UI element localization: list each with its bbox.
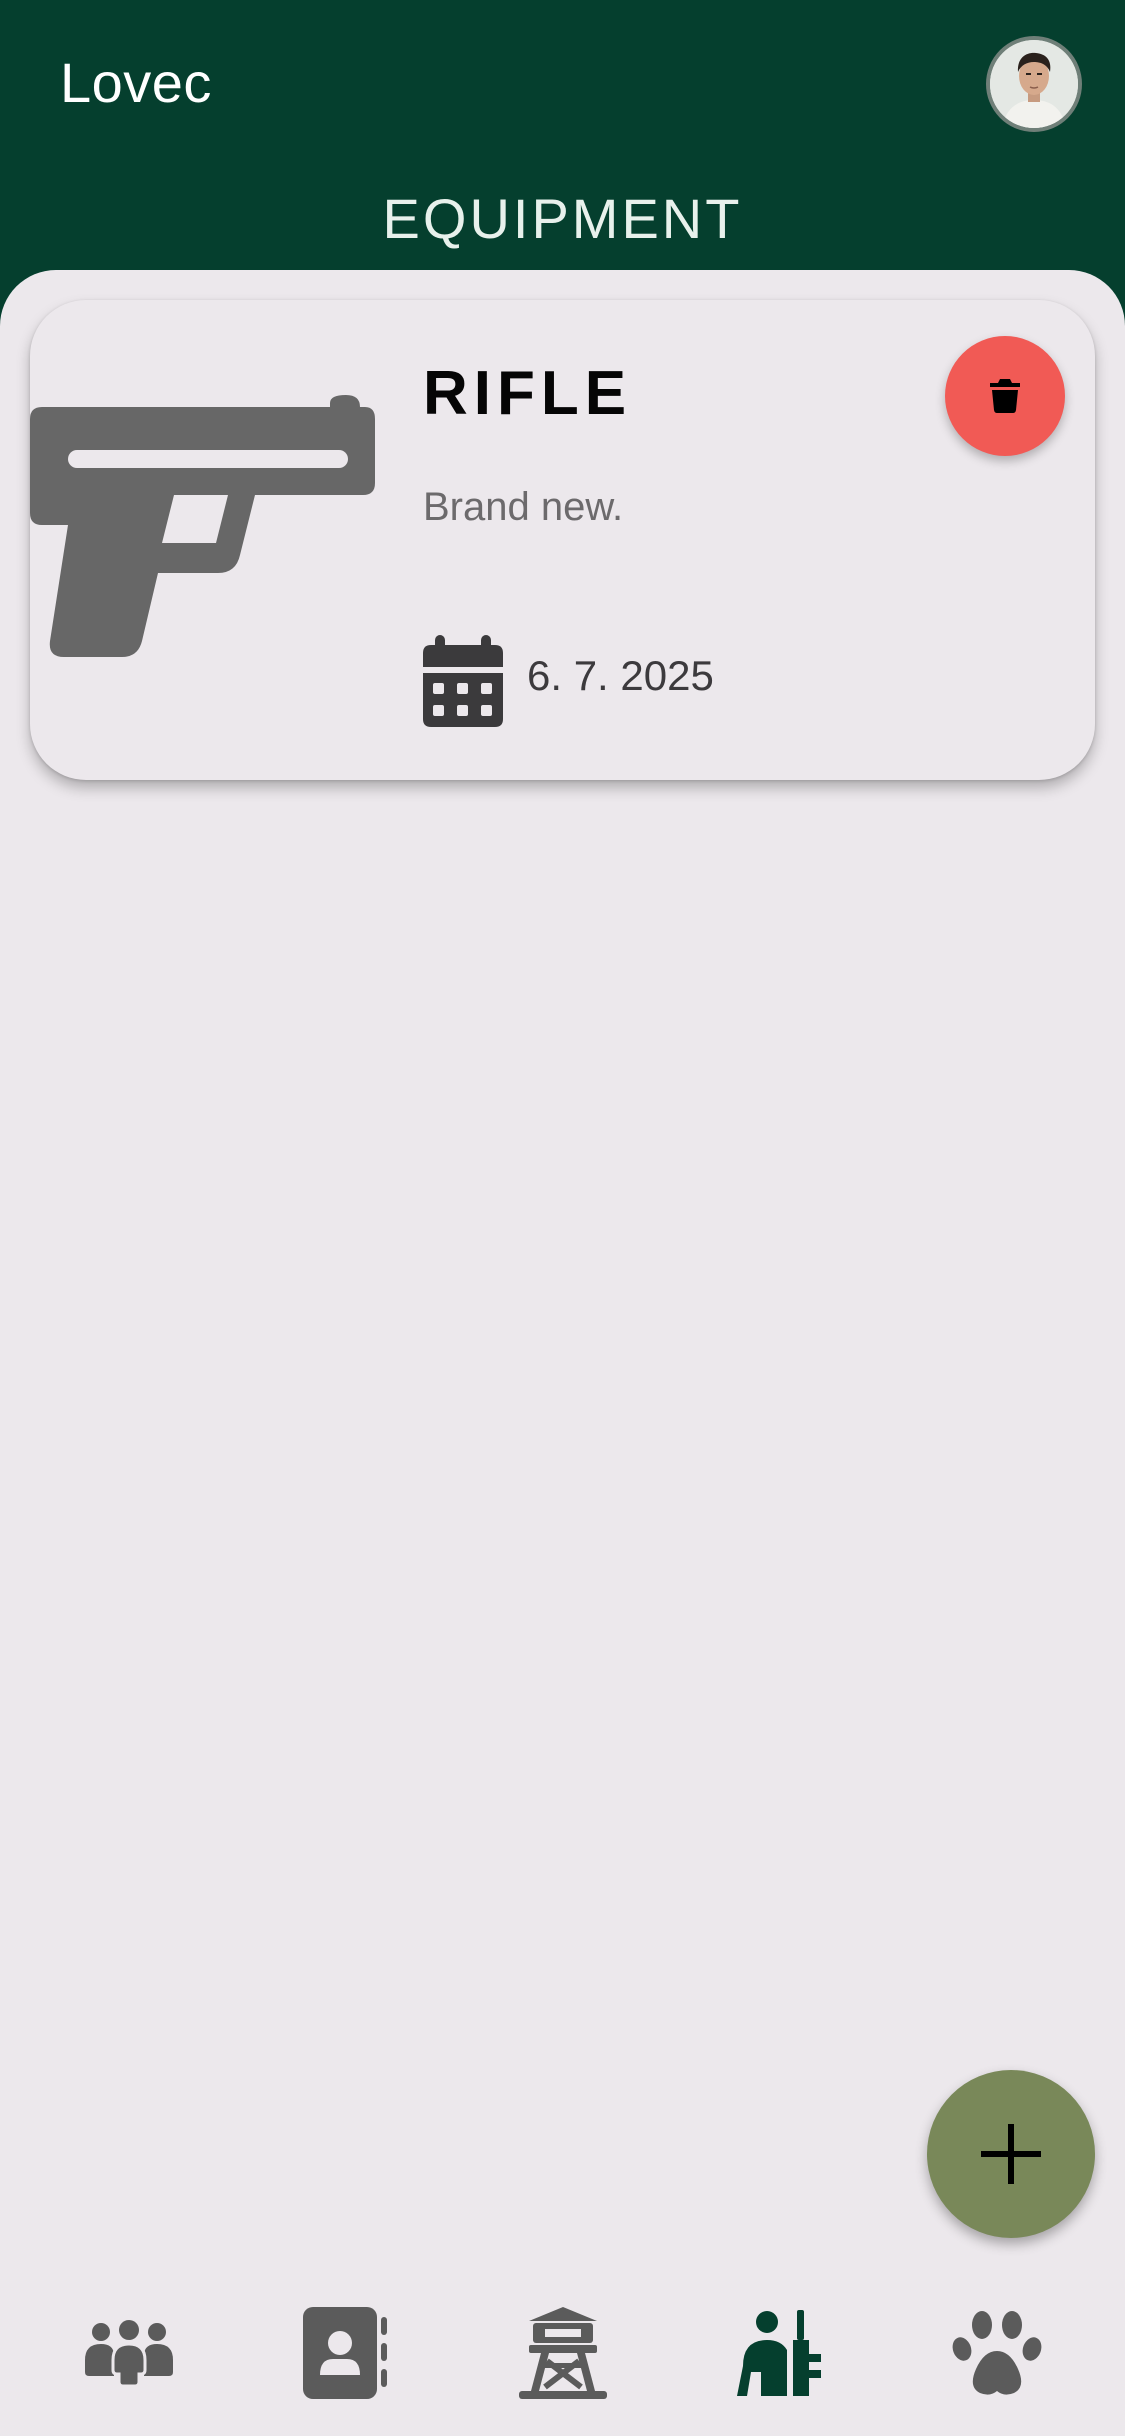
page-title: EQUIPMENT — [382, 187, 743, 250]
equipment-description: Brand new. — [423, 485, 624, 529]
calendar-icon — [423, 635, 503, 727]
nav-item-animals[interactable] — [922, 2293, 1072, 2413]
user-avatar[interactable] — [986, 36, 1082, 132]
delete-button[interactable] — [945, 336, 1065, 456]
nav-item-contacts[interactable] — [271, 2293, 421, 2413]
equipment-date: 6. 7. 2025 — [527, 652, 714, 699]
equipment-name: RIFLE — [423, 359, 633, 428]
equipment-card[interactable]: RIFLE Brand new. 6. 7. 2025 — [30, 300, 1095, 780]
hunter-icon — [736, 2310, 821, 2396]
trash-icon — [990, 379, 1020, 413]
watchtower-icon — [518, 2307, 607, 2399]
pistol-icon — [30, 395, 375, 657]
nav-item-members[interactable] — [54, 2293, 204, 2413]
contact-book-icon — [302, 2307, 387, 2399]
app-title: Lovec — [60, 51, 212, 114]
add-equipment-button[interactable] — [927, 2070, 1095, 2238]
paw-icon — [952, 2311, 1041, 2395]
nav-item-equipment[interactable] — [705, 2293, 855, 2413]
people-group-icon — [84, 2320, 173, 2386]
equipment-list: RIFLE Brand new. 6. 7. 2025 — [0, 270, 1125, 2270]
avatar-image — [990, 40, 1078, 128]
app-header: Lovec EQUIPMENT — [0, 0, 1125, 300]
nav-item-tower[interactable] — [488, 2293, 638, 2413]
plus-icon — [981, 2124, 1041, 2184]
bottom-navigation — [0, 2270, 1125, 2436]
